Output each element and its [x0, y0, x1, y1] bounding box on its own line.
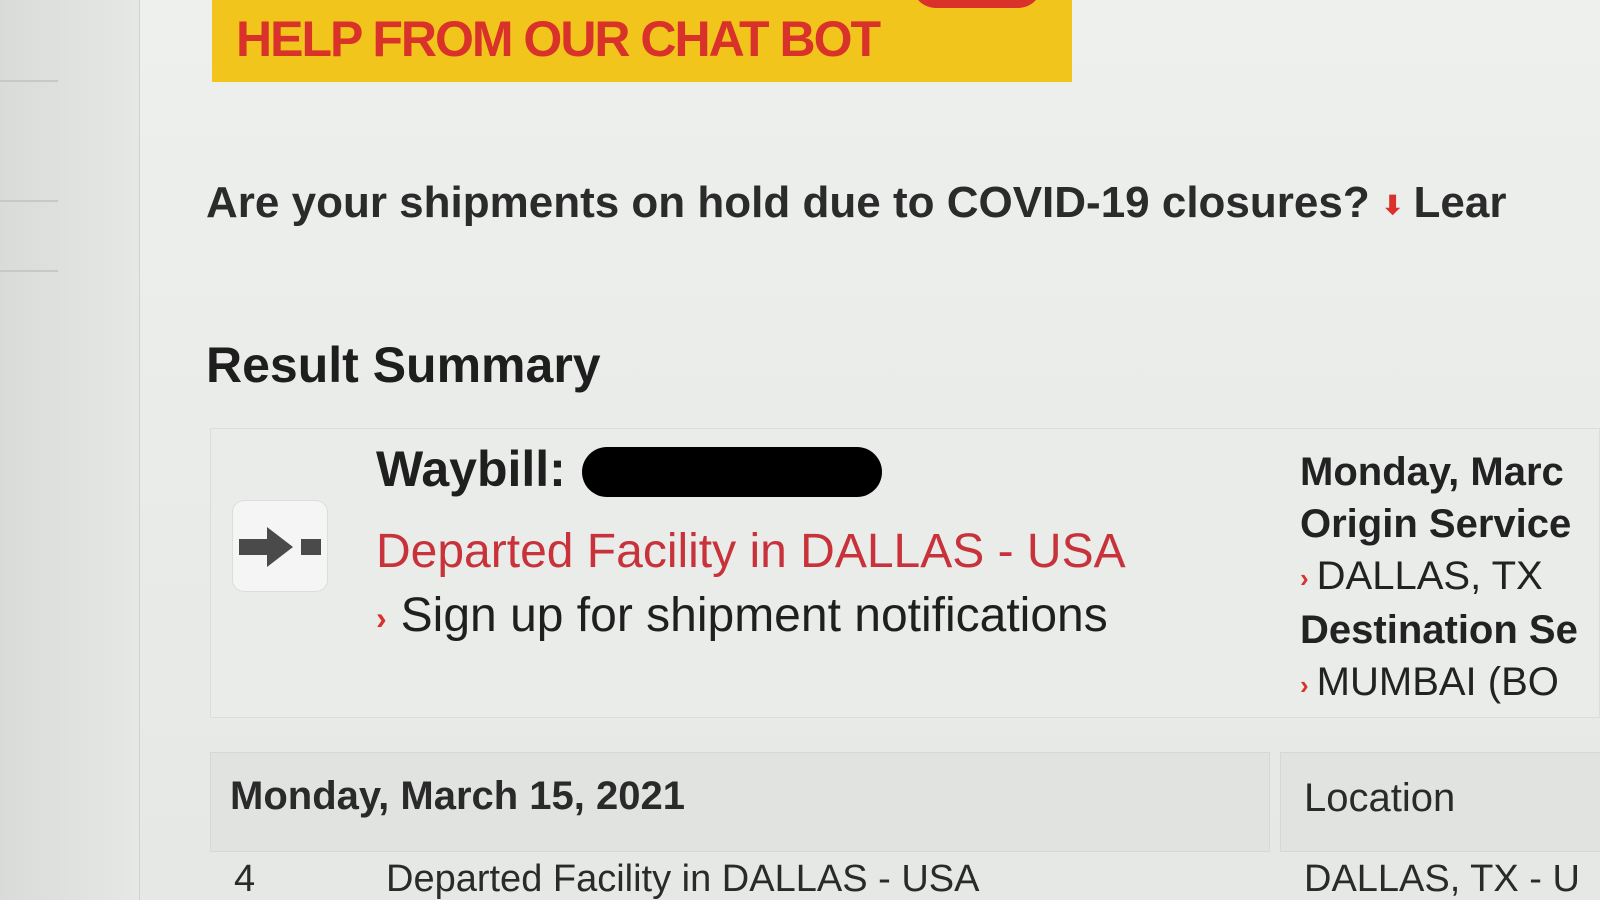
covid-notice-text: Are your shipments on hold due to COVID-…	[206, 178, 1370, 227]
checkpoint-row-number: 4	[234, 858, 256, 900]
checkpoint-date-header: Monday, March 15, 2021	[230, 774, 685, 818]
learn-more-link[interactable]: Lear	[1414, 178, 1507, 227]
chevron-right-icon: ›	[1300, 669, 1309, 700]
origin-service-label: Origin Service	[1300, 502, 1572, 546]
result-summary-title: Result Summary	[206, 337, 601, 393]
location-column-header: Location	[1304, 776, 1456, 820]
chat-bot-banner-text: HELP FROM OUR CHAT BOT	[236, 11, 881, 67]
chevron-right-icon: ›	[1300, 563, 1309, 594]
page: HELP FROM OUR CHAT BOT Are your shipment…	[0, 0, 1600, 900]
summary-date: Monday, Marc	[1300, 450, 1564, 494]
redacted-waybill-number	[582, 447, 882, 497]
notifications-link-text: Sign up for shipment notifications	[400, 589, 1108, 642]
waybill-label: Waybill:	[376, 441, 566, 497]
destination-service-link[interactable]: › MUMBAI (BO	[1300, 656, 1600, 710]
shipment-status: Departed Facility in DALLAS - USA	[376, 525, 1126, 578]
checkpoint-row-description: Departed Facility in DALLAS - USA	[386, 858, 980, 900]
left-gutter	[0, 0, 140, 900]
checkpoint-row-location: DALLAS, TX - U	[1304, 858, 1580, 900]
down-arrow-icon: ⬇	[1381, 189, 1404, 220]
gutter-divider	[0, 270, 58, 272]
origin-service-link[interactable]: › DALLAS, TX	[1300, 550, 1600, 604]
gutter-divider	[0, 200, 58, 202]
covid-notice: Are your shipments on hold due to COVID-…	[206, 178, 1506, 228]
in-transit-icon	[232, 500, 328, 592]
origin-service-value: DALLAS, TX	[1316, 554, 1543, 598]
main-content: HELP FROM OUR CHAT BOT Are your shipment…	[140, 0, 1600, 900]
chat-bot-banner[interactable]: HELP FROM OUR CHAT BOT	[212, 0, 1072, 82]
destination-service-label: Destination Se	[1300, 608, 1578, 653]
gutter-divider	[0, 80, 58, 82]
chevron-right-icon: ›	[376, 599, 387, 636]
destination-service-value: MUMBAI (BO	[1316, 660, 1559, 705]
shipment-info-column: Monday, Marc Origin Service › DALLAS, TX …	[1300, 446, 1600, 711]
notifications-link[interactable]: › Sign up for shipment notifications	[376, 588, 1108, 643]
arrow-right-icon	[239, 527, 321, 567]
chat-bubble-icon	[912, 0, 1042, 8]
